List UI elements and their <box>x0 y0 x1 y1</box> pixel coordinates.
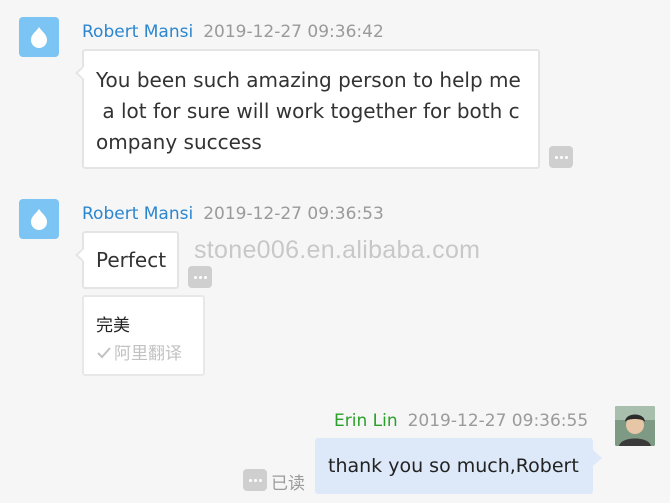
message-text: Perfect <box>96 248 167 272</box>
reply-sender-name[interactable]: Erin Lin <box>334 411 398 431</box>
ellipsis-icon <box>193 275 197 279</box>
check-icon <box>97 347 111 359</box>
translation-text: 完美 <box>96 316 130 336</box>
message-time: 2019-12-27 09:36:53 <box>203 204 384 224</box>
more-options-button[interactable] <box>243 469 267 491</box>
user-photo <box>615 406 655 446</box>
message-header: Robert Mansi 2019-12-27 09:36:53 <box>82 204 384 224</box>
more-options-button[interactable] <box>188 266 212 288</box>
sender-name[interactable]: Robert Mansi <box>82 204 193 224</box>
ellipsis-icon <box>554 155 558 159</box>
chat-drop-icon <box>31 27 47 48</box>
message-bubble[interactable]: You been such amazing person to help me … <box>75 49 540 169</box>
sender-name[interactable]: Robert Mansi <box>82 22 193 42</box>
reply-header: Erin Lin 2019-12-27 09:36:55 <box>334 411 588 431</box>
sender-avatar[interactable] <box>19 17 59 57</box>
reply-time: 2019-12-27 09:36:55 <box>407 411 589 431</box>
reply-text: thank you so much,Robert <box>328 455 579 477</box>
watermark: stone006.en.alibaba.com <box>194 236 481 264</box>
ellipsis-icon <box>248 478 252 482</box>
message-header: Robert Mansi 2019-12-27 09:36:42 <box>82 22 384 42</box>
translation-source: 阿里翻译 <box>96 339 182 364</box>
read-status: 已读 <box>271 474 305 494</box>
message-time: 2019-12-27 09:36:42 <box>203 22 384 42</box>
sender-avatar[interactable] <box>19 199 59 239</box>
translation-source-label: 阿里翻译 <box>114 344 182 364</box>
translation-card: 完美 阿里翻译 <box>82 295 205 376</box>
reply-bubble[interactable]: thank you so much,Robert <box>315 438 602 494</box>
user-avatar[interactable] <box>615 406 655 446</box>
message-bubble[interactable]: Perfect <box>75 231 179 289</box>
chat-drop-icon <box>31 209 47 230</box>
message-text: You been such amazing person to help me … <box>96 68 521 154</box>
more-options-button[interactable] <box>549 146 573 168</box>
